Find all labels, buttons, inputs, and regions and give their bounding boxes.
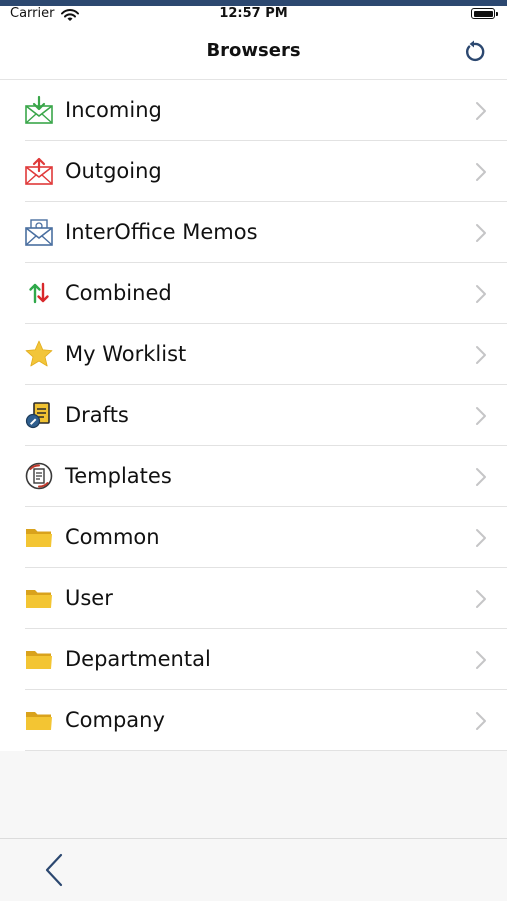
chevron-right-icon — [475, 711, 487, 731]
folder-icon — [24, 583, 54, 613]
star-icon — [24, 339, 54, 369]
list-item-common[interactable]: Common — [0, 507, 507, 568]
chevron-right-icon — [475, 284, 487, 304]
list-item-label: Drafts — [65, 403, 129, 427]
template-icon — [24, 461, 54, 491]
outgoing-mail-icon — [24, 156, 54, 186]
folder-icon — [24, 644, 54, 674]
incoming-mail-icon — [24, 95, 54, 125]
navigation-bar: Browsers — [0, 24, 507, 80]
list-item-user[interactable]: User — [0, 568, 507, 629]
chevron-right-icon — [475, 650, 487, 670]
list-item-company[interactable]: Company — [0, 690, 507, 751]
battery-icon — [471, 8, 498, 19]
folder-icon — [24, 705, 54, 735]
chevron-right-icon — [475, 345, 487, 365]
up-down-arrows-icon — [24, 278, 54, 308]
chevron-right-icon — [475, 162, 487, 182]
list-item-interoffice-memos[interactable]: InterOffice Memos — [0, 202, 507, 263]
list-item-label: Incoming — [65, 98, 162, 122]
list-item-label: Outgoing — [65, 159, 162, 183]
list-item-label: Templates — [65, 464, 172, 488]
chevron-right-icon — [475, 406, 487, 426]
page-title: Browsers — [206, 40, 301, 61]
list-item-incoming[interactable]: Incoming — [0, 80, 507, 141]
list-item-label: InterOffice Memos — [65, 220, 258, 244]
list-item-departmental[interactable]: Departmental — [0, 629, 507, 690]
list-item-outgoing[interactable]: Outgoing — [0, 141, 507, 202]
refresh-button[interactable] — [461, 39, 487, 65]
list-item-templates[interactable]: Templates — [0, 446, 507, 507]
folder-icon — [24, 522, 54, 552]
list-item-my-worklist[interactable]: My Worklist — [0, 324, 507, 385]
browser-list: Incoming Outgoing InterOffice Memos Comb… — [0, 80, 507, 751]
list-item-combined[interactable]: Combined — [0, 263, 507, 324]
refresh-icon — [466, 40, 485, 62]
list-item-drafts[interactable]: Drafts — [0, 385, 507, 446]
back-chevron-icon — [45, 853, 63, 887]
memo-mail-icon — [24, 217, 54, 247]
bottom-toolbar — [0, 838, 507, 901]
list-item-label: Departmental — [65, 647, 211, 671]
draft-document-icon — [24, 400, 54, 430]
status-bar: Carrier 12:57 PM — [0, 6, 507, 24]
chevron-right-icon — [475, 589, 487, 609]
list-item-label: Company — [65, 708, 165, 732]
list-item-label: User — [65, 586, 113, 610]
back-button[interactable] — [42, 853, 66, 887]
chevron-right-icon — [475, 528, 487, 548]
chevron-right-icon — [475, 467, 487, 487]
status-time: 12:57 PM — [219, 6, 288, 21]
list-item-label: Combined — [65, 281, 172, 305]
list-item-label: My Worklist — [65, 342, 187, 366]
list-item-label: Common — [65, 525, 160, 549]
chevron-right-icon — [475, 101, 487, 121]
chevron-right-icon — [475, 223, 487, 243]
